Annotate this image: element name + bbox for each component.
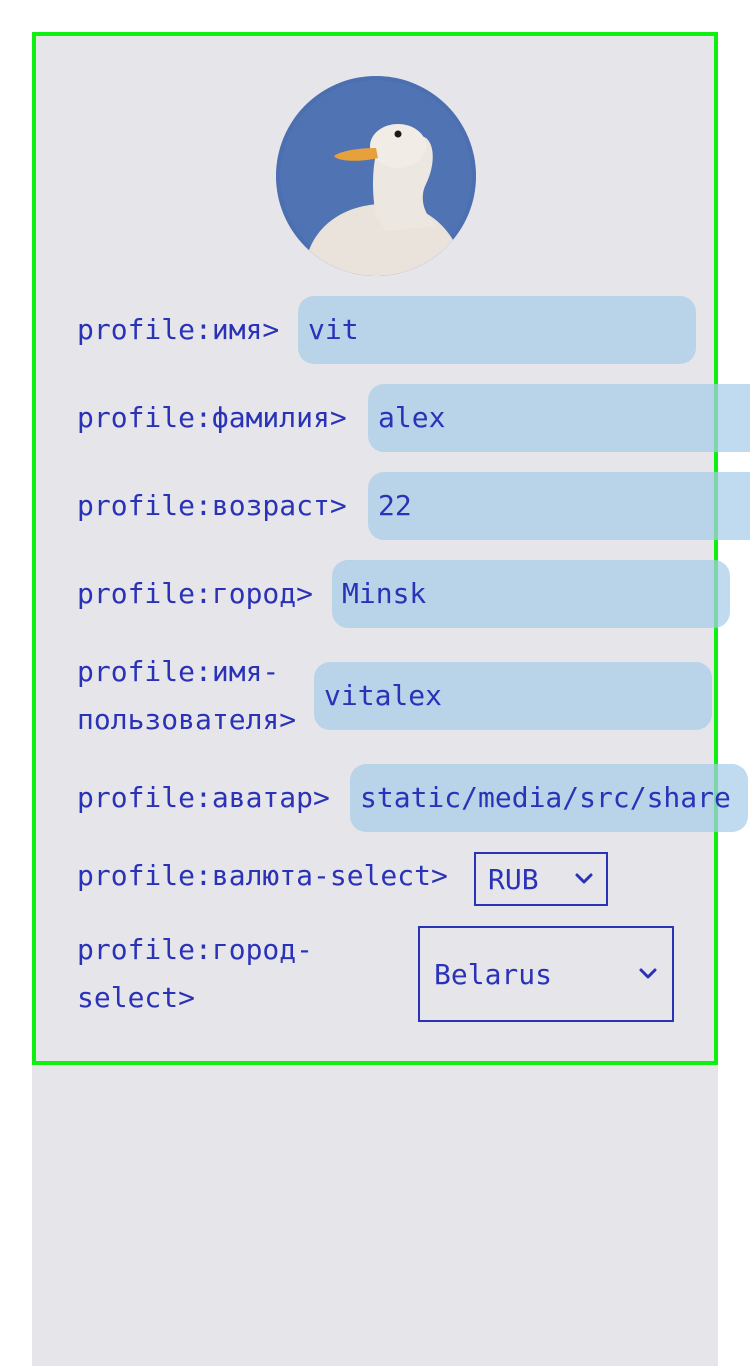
avatar-path-label: profile:аватар> (77, 781, 330, 814)
name-field[interactable]: vit (298, 296, 696, 364)
username-label-line1: profile:имя- (77, 655, 280, 688)
username-field[interactable]: vitalex (314, 662, 712, 730)
age-field[interactable]: 22 (368, 472, 750, 540)
username-label-line2: пользователя> (77, 703, 297, 736)
surname-field[interactable]: alex (368, 384, 750, 452)
surname-label: profile:фамилия> (77, 401, 347, 434)
country-select[interactable]: Belarus (418, 926, 674, 1022)
city-label: profile:город> (77, 577, 314, 610)
age-label: profile:возраст> (77, 489, 347, 522)
country-select-label-line1: profile:город- (77, 933, 314, 966)
avatar-path-field[interactable]: static/media/src/share (350, 764, 748, 832)
chevron-down-icon (639, 968, 657, 979)
city-field[interactable]: Minsk (332, 560, 730, 628)
country-select-value: Belarus (434, 957, 553, 991)
name-label: profile:имя> (77, 313, 280, 346)
chevron-down-icon (575, 873, 593, 884)
duck-avatar-icon (276, 76, 476, 276)
currency-select-value: RUB (488, 862, 539, 896)
country-select-label-line2: select> (77, 981, 196, 1014)
currency-select[interactable]: RUB (474, 852, 608, 906)
currency-select-label: profile:валюта-select> (77, 859, 448, 892)
profile-avatar (276, 76, 476, 276)
